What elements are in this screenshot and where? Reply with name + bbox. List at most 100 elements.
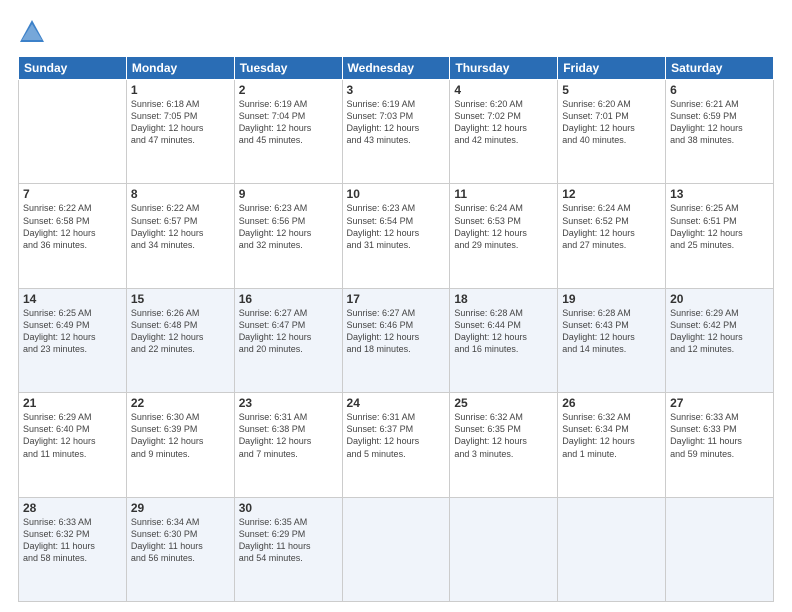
day-number: 23 xyxy=(239,396,338,410)
calendar-day-12: 12Sunrise: 6:24 AM Sunset: 6:52 PM Dayli… xyxy=(558,184,666,288)
col-header-sunday: Sunday xyxy=(19,57,127,80)
calendar-week-1: 1Sunrise: 6:18 AM Sunset: 7:05 PM Daylig… xyxy=(19,80,774,184)
calendar-day-19: 19Sunrise: 6:28 AM Sunset: 6:43 PM Dayli… xyxy=(558,288,666,392)
day-number: 25 xyxy=(454,396,553,410)
calendar-day-7: 7Sunrise: 6:22 AM Sunset: 6:58 PM Daylig… xyxy=(19,184,127,288)
day-number: 11 xyxy=(454,187,553,201)
day-info: Sunrise: 6:32 AM Sunset: 6:34 PM Dayligh… xyxy=(562,411,661,460)
day-info: Sunrise: 6:22 AM Sunset: 6:57 PM Dayligh… xyxy=(131,202,230,251)
day-info: Sunrise: 6:22 AM Sunset: 6:58 PM Dayligh… xyxy=(23,202,122,251)
calendar-day-2: 2Sunrise: 6:19 AM Sunset: 7:04 PM Daylig… xyxy=(234,80,342,184)
empty-cell xyxy=(19,80,127,184)
day-number: 13 xyxy=(670,187,769,201)
calendar-day-23: 23Sunrise: 6:31 AM Sunset: 6:38 PM Dayli… xyxy=(234,393,342,497)
calendar-day-22: 22Sunrise: 6:30 AM Sunset: 6:39 PM Dayli… xyxy=(126,393,234,497)
col-header-tuesday: Tuesday xyxy=(234,57,342,80)
day-number: 15 xyxy=(131,292,230,306)
day-number: 8 xyxy=(131,187,230,201)
calendar-day-15: 15Sunrise: 6:26 AM Sunset: 6:48 PM Dayli… xyxy=(126,288,234,392)
calendar-day-18: 18Sunrise: 6:28 AM Sunset: 6:44 PM Dayli… xyxy=(450,288,558,392)
col-header-wednesday: Wednesday xyxy=(342,57,450,80)
day-info: Sunrise: 6:28 AM Sunset: 6:43 PM Dayligh… xyxy=(562,307,661,356)
empty-cell xyxy=(342,497,450,601)
day-number: 2 xyxy=(239,83,338,97)
col-header-saturday: Saturday xyxy=(666,57,774,80)
calendar-day-9: 9Sunrise: 6:23 AM Sunset: 6:56 PM Daylig… xyxy=(234,184,342,288)
calendar-day-17: 17Sunrise: 6:27 AM Sunset: 6:46 PM Dayli… xyxy=(342,288,450,392)
day-info: Sunrise: 6:20 AM Sunset: 7:02 PM Dayligh… xyxy=(454,98,553,147)
day-number: 28 xyxy=(23,501,122,515)
day-info: Sunrise: 6:33 AM Sunset: 6:32 PM Dayligh… xyxy=(23,516,122,565)
day-number: 1 xyxy=(131,83,230,97)
calendar-day-13: 13Sunrise: 6:25 AM Sunset: 6:51 PM Dayli… xyxy=(666,184,774,288)
day-number: 18 xyxy=(454,292,553,306)
day-info: Sunrise: 6:31 AM Sunset: 6:37 PM Dayligh… xyxy=(347,411,446,460)
calendar-day-14: 14Sunrise: 6:25 AM Sunset: 6:49 PM Dayli… xyxy=(19,288,127,392)
day-info: Sunrise: 6:31 AM Sunset: 6:38 PM Dayligh… xyxy=(239,411,338,460)
calendar-table: SundayMondayTuesdayWednesdayThursdayFrid… xyxy=(18,56,774,602)
day-info: Sunrise: 6:20 AM Sunset: 7:01 PM Dayligh… xyxy=(562,98,661,147)
calendar-day-28: 28Sunrise: 6:33 AM Sunset: 6:32 PM Dayli… xyxy=(19,497,127,601)
calendar-day-16: 16Sunrise: 6:27 AM Sunset: 6:47 PM Dayli… xyxy=(234,288,342,392)
calendar-week-3: 14Sunrise: 6:25 AM Sunset: 6:49 PM Dayli… xyxy=(19,288,774,392)
day-info: Sunrise: 6:27 AM Sunset: 6:46 PM Dayligh… xyxy=(347,307,446,356)
day-number: 9 xyxy=(239,187,338,201)
day-number: 29 xyxy=(131,501,230,515)
calendar-day-26: 26Sunrise: 6:32 AM Sunset: 6:34 PM Dayli… xyxy=(558,393,666,497)
calendar-day-21: 21Sunrise: 6:29 AM Sunset: 6:40 PM Dayli… xyxy=(19,393,127,497)
logo xyxy=(18,18,48,46)
day-number: 24 xyxy=(347,396,446,410)
day-info: Sunrise: 6:21 AM Sunset: 6:59 PM Dayligh… xyxy=(670,98,769,147)
calendar-day-20: 20Sunrise: 6:29 AM Sunset: 6:42 PM Dayli… xyxy=(666,288,774,392)
day-number: 3 xyxy=(347,83,446,97)
calendar-day-3: 3Sunrise: 6:19 AM Sunset: 7:03 PM Daylig… xyxy=(342,80,450,184)
day-info: Sunrise: 6:29 AM Sunset: 6:40 PM Dayligh… xyxy=(23,411,122,460)
day-number: 7 xyxy=(23,187,122,201)
col-header-thursday: Thursday xyxy=(450,57,558,80)
day-number: 4 xyxy=(454,83,553,97)
calendar-header-row: SundayMondayTuesdayWednesdayThursdayFrid… xyxy=(19,57,774,80)
day-number: 17 xyxy=(347,292,446,306)
day-info: Sunrise: 6:24 AM Sunset: 6:53 PM Dayligh… xyxy=(454,202,553,251)
day-number: 14 xyxy=(23,292,122,306)
day-info: Sunrise: 6:26 AM Sunset: 6:48 PM Dayligh… xyxy=(131,307,230,356)
day-info: Sunrise: 6:25 AM Sunset: 6:51 PM Dayligh… xyxy=(670,202,769,251)
calendar-day-8: 8Sunrise: 6:22 AM Sunset: 6:57 PM Daylig… xyxy=(126,184,234,288)
day-info: Sunrise: 6:23 AM Sunset: 6:54 PM Dayligh… xyxy=(347,202,446,251)
day-info: Sunrise: 6:30 AM Sunset: 6:39 PM Dayligh… xyxy=(131,411,230,460)
calendar-day-24: 24Sunrise: 6:31 AM Sunset: 6:37 PM Dayli… xyxy=(342,393,450,497)
col-header-monday: Monday xyxy=(126,57,234,80)
day-info: Sunrise: 6:19 AM Sunset: 7:03 PM Dayligh… xyxy=(347,98,446,147)
day-info: Sunrise: 6:32 AM Sunset: 6:35 PM Dayligh… xyxy=(454,411,553,460)
calendar-day-10: 10Sunrise: 6:23 AM Sunset: 6:54 PM Dayli… xyxy=(342,184,450,288)
calendar-week-2: 7Sunrise: 6:22 AM Sunset: 6:58 PM Daylig… xyxy=(19,184,774,288)
day-info: Sunrise: 6:19 AM Sunset: 7:04 PM Dayligh… xyxy=(239,98,338,147)
day-number: 22 xyxy=(131,396,230,410)
day-number: 20 xyxy=(670,292,769,306)
day-number: 10 xyxy=(347,187,446,201)
calendar-day-30: 30Sunrise: 6:35 AM Sunset: 6:29 PM Dayli… xyxy=(234,497,342,601)
header xyxy=(18,18,774,46)
day-info: Sunrise: 6:18 AM Sunset: 7:05 PM Dayligh… xyxy=(131,98,230,147)
day-info: Sunrise: 6:33 AM Sunset: 6:33 PM Dayligh… xyxy=(670,411,769,460)
empty-cell xyxy=(450,497,558,601)
day-number: 12 xyxy=(562,187,661,201)
calendar-day-1: 1Sunrise: 6:18 AM Sunset: 7:05 PM Daylig… xyxy=(126,80,234,184)
calendar-week-4: 21Sunrise: 6:29 AM Sunset: 6:40 PM Dayli… xyxy=(19,393,774,497)
day-number: 6 xyxy=(670,83,769,97)
logo-icon xyxy=(18,18,46,46)
calendar-week-5: 28Sunrise: 6:33 AM Sunset: 6:32 PM Dayli… xyxy=(19,497,774,601)
day-info: Sunrise: 6:23 AM Sunset: 6:56 PM Dayligh… xyxy=(239,202,338,251)
calendar-day-29: 29Sunrise: 6:34 AM Sunset: 6:30 PM Dayli… xyxy=(126,497,234,601)
day-number: 21 xyxy=(23,396,122,410)
calendar-day-11: 11Sunrise: 6:24 AM Sunset: 6:53 PM Dayli… xyxy=(450,184,558,288)
page: SundayMondayTuesdayWednesdayThursdayFrid… xyxy=(0,0,792,612)
day-info: Sunrise: 6:34 AM Sunset: 6:30 PM Dayligh… xyxy=(131,516,230,565)
day-info: Sunrise: 6:25 AM Sunset: 6:49 PM Dayligh… xyxy=(23,307,122,356)
day-number: 19 xyxy=(562,292,661,306)
day-info: Sunrise: 6:35 AM Sunset: 6:29 PM Dayligh… xyxy=(239,516,338,565)
day-number: 16 xyxy=(239,292,338,306)
day-number: 27 xyxy=(670,396,769,410)
calendar-day-5: 5Sunrise: 6:20 AM Sunset: 7:01 PM Daylig… xyxy=(558,80,666,184)
day-number: 26 xyxy=(562,396,661,410)
